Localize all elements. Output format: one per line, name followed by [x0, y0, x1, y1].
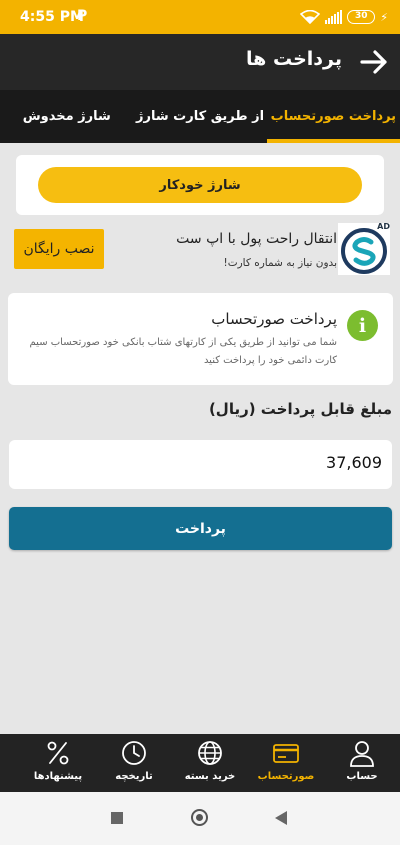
clock-icon [122, 741, 146, 765]
info-description: شما می توانید از طریق یکی از کارتهای شتا… [29, 337, 337, 366]
pay-button[interactable]: پرداخت [9, 507, 392, 550]
tab-charge-card[interactable]: از طریق کارت شارژ [133, 90, 266, 143]
ad-tag: AD [377, 222, 390, 231]
nav-item-offers[interactable]: پیشنهادها [20, 734, 96, 792]
bill-info-card: i پرداخت صورتحساب شما می توانید از طریق … [8, 293, 393, 385]
tab-bar: پرداخت صورتحساب از طریق کارت شارژ شارژ م… [0, 90, 400, 143]
nav-label-bill: صورتحساب [257, 771, 315, 782]
ad-banner[interactable]: نصب رایگان انتقال راحت پول با اپ ست بدون… [12, 222, 392, 282]
tab-damaged-charge[interactable]: شارژ مخدوش [0, 90, 133, 143]
globe-icon [198, 741, 222, 765]
battery-level: 30 [355, 11, 368, 21]
ad-title: انتقال راحت پول با اپ ست [176, 231, 337, 247]
nav-label-offers: پیشنهادها [33, 771, 83, 782]
nav-item-history[interactable]: تاریخچه [96, 734, 172, 792]
percent-icon [47, 741, 69, 765]
status-bar: 4:55 PM P 30 ⚡ [0, 0, 400, 34]
credit-card-icon [273, 744, 299, 763]
tab-bill-payment[interactable]: پرداخت صورتحساب [266, 90, 400, 143]
system-nav-bar [0, 792, 400, 845]
nav-label-account: حساب [346, 771, 378, 782]
install-free-button[interactable]: نصب رایگان [14, 229, 104, 269]
bottom-nav: حساب صورتحساب خرید بسته تاریخچه پیشنهاده… [0, 734, 400, 792]
status-time: 4:55 PM [20, 9, 84, 25]
auto-charge-button[interactable]: شارژ خودکار [38, 167, 362, 203]
page-title: پرداخت ها [246, 48, 342, 70]
back-arrow-icon[interactable] [358, 46, 390, 78]
amount-label: مبلغ قابل پرداخت (ریال) [208, 400, 392, 418]
nav-item-buy-package[interactable]: خرید بسته [172, 734, 248, 792]
amount-value: 37,609 [326, 453, 382, 472]
battery-icon: 30 [347, 10, 376, 24]
status-icons: 30 ⚡ [300, 8, 388, 26]
nav-label-buy-package: خرید بسته [184, 771, 236, 782]
home-icon[interactable] [191, 809, 208, 826]
system-back-icon[interactable] [275, 811, 287, 825]
auto-charge-card: شارژ خودکار [16, 155, 384, 215]
charging-icon: ⚡ [380, 10, 388, 24]
amount-field[interactable]: 37,609 [9, 440, 392, 489]
carrier-icon: P [77, 8, 88, 24]
info-icon: i [347, 310, 378, 341]
nav-label-history: تاریخچه [115, 771, 153, 782]
user-icon [350, 741, 374, 767]
signal-icon [325, 10, 343, 24]
wifi-icon [300, 10, 321, 24]
nav-item-account[interactable]: حساب [324, 734, 400, 792]
ad-subtitle: بدون نیاز به شماره کارت! [223, 257, 337, 269]
recents-icon[interactable] [111, 812, 123, 824]
info-title: پرداخت صورتحساب [211, 310, 337, 328]
nav-item-bill[interactable]: صورتحساب [248, 734, 324, 792]
app-bar: پرداخت ها [0, 34, 400, 90]
